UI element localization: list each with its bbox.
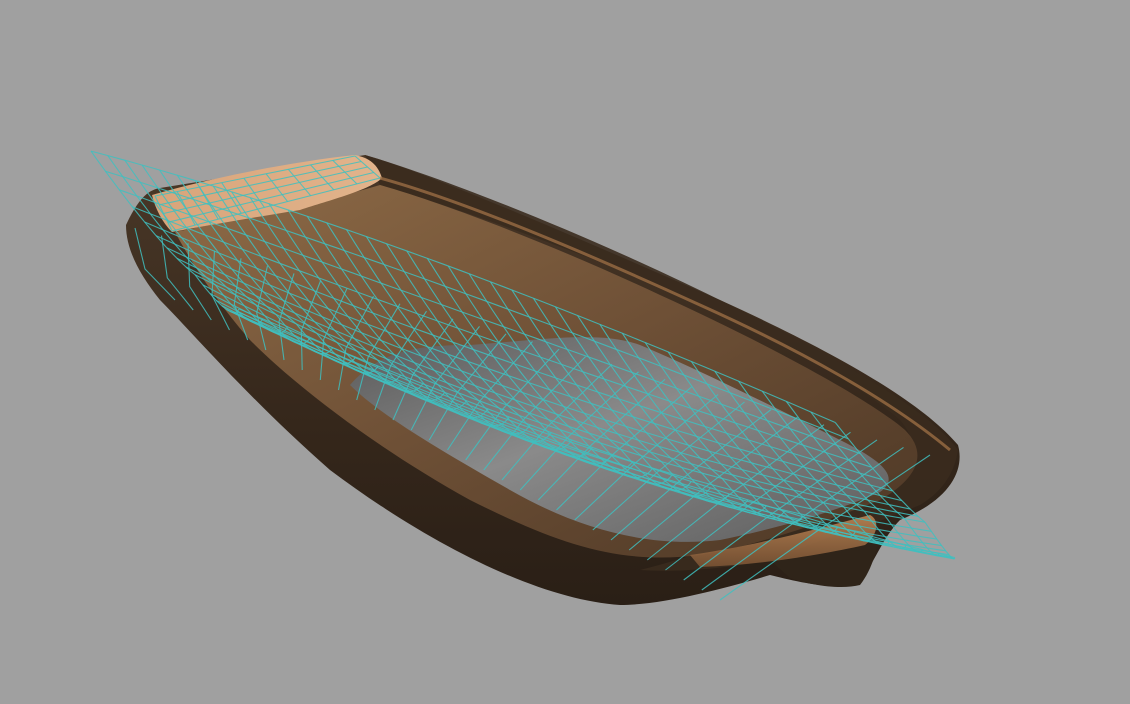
- hull-render[interactable]: [0, 0, 1130, 704]
- modeling-viewport[interactable]: [0, 0, 1130, 704]
